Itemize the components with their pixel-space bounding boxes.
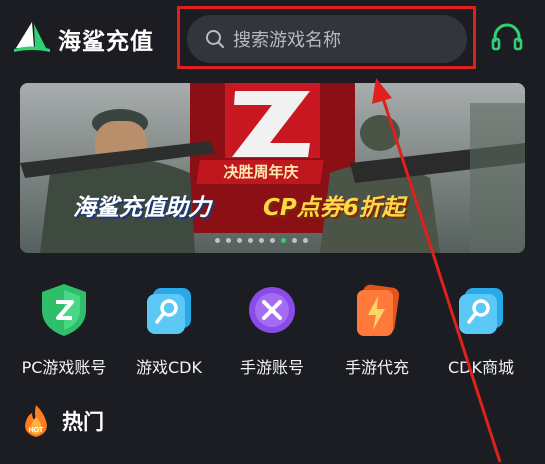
carousel-dot[interactable]: [248, 238, 253, 243]
carousel-dot[interactable]: [226, 238, 231, 243]
banner-badge: 决胜周年庆: [223, 163, 299, 181]
headset-icon[interactable]: [490, 22, 524, 54]
key-card-icon: [147, 288, 191, 334]
category-game-cdk[interactable]: 游戏CDK: [119, 282, 219, 377]
lightning-phone-icon: [357, 284, 400, 336]
category-label: 手游代充: [344, 358, 409, 377]
banner-slogan-left: 海鲨充值助力: [73, 195, 211, 221]
hot-section-title: 热门: [62, 410, 104, 434]
carousel-dot-active[interactable]: [281, 238, 286, 243]
banner-slogan-right: CP点券6折起: [263, 195, 405, 221]
controller-x-icon: [249, 287, 295, 333]
shield-z-icon: [42, 284, 86, 336]
carousel-dot[interactable]: [292, 238, 297, 243]
category-label: CDK商城: [448, 358, 514, 377]
carousel-dot[interactable]: [237, 238, 242, 243]
carousel-dot[interactable]: [303, 238, 308, 243]
annotation-highlight-box: [177, 6, 476, 69]
hot-badge-text: HOT: [29, 427, 45, 434]
category-mobile-account[interactable]: 手游账号: [222, 282, 322, 377]
category-mobile-topup[interactable]: 手游代充: [327, 282, 427, 377]
category-label: PC游戏账号: [21, 358, 107, 377]
fire-icon: HOT: [25, 405, 47, 437]
category-pc-game-account[interactable]: PC游戏账号: [14, 282, 114, 377]
category-label: 游戏CDK: [136, 358, 202, 377]
brand-title: 海鲨充值: [58, 29, 154, 55]
key-card-icon: [459, 288, 503, 334]
category-cdk-mall[interactable]: CDK商城: [431, 282, 531, 377]
carousel-dot[interactable]: [259, 238, 264, 243]
category-label: 手游账号: [239, 358, 304, 377]
carousel-dot[interactable]: [215, 238, 220, 243]
carousel-dot[interactable]: [270, 238, 275, 243]
shark-fin-logo-icon: [14, 22, 50, 52]
carousel-indicator: [215, 238, 308, 243]
